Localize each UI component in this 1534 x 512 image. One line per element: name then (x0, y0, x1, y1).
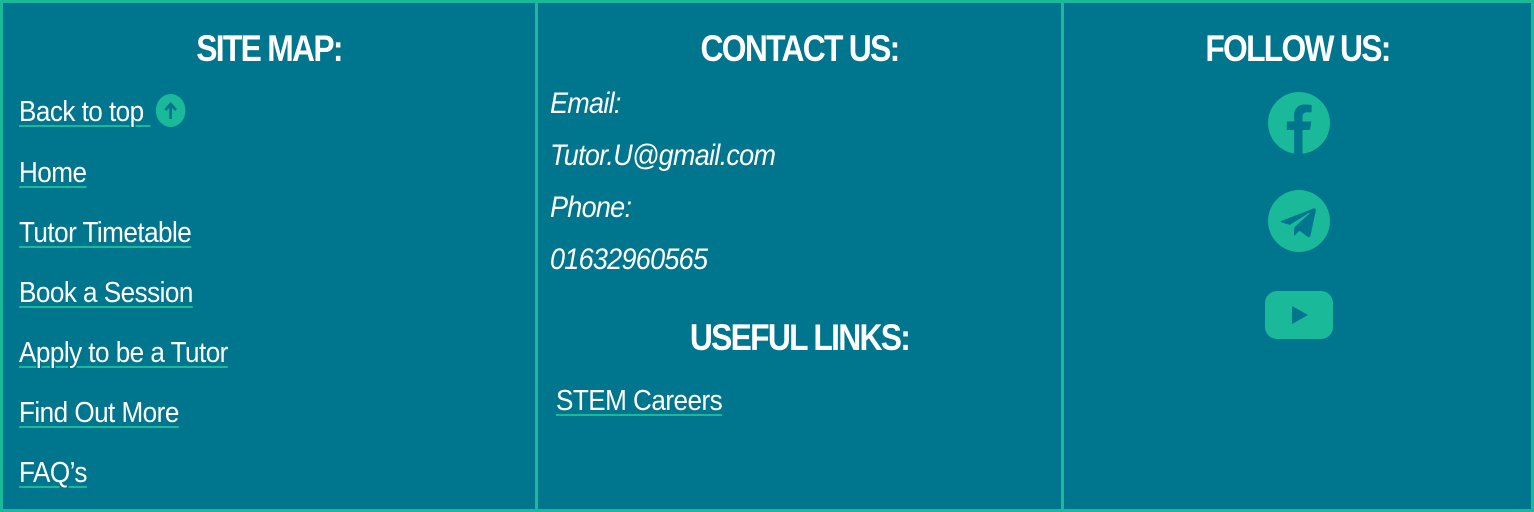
sitemap-link-tutor-timetable[interactable]: Tutor Timetable (19, 216, 192, 250)
telegram-icon[interactable] (1267, 189, 1331, 253)
follow-heading: FOLLOW US: (1205, 28, 1391, 69)
email-label: Email: (550, 87, 621, 120)
follow-column: FOLLOW US: (1064, 3, 1531, 509)
sitemap-link-book-session[interactable]: Book a Session (19, 276, 193, 310)
facebook-icon[interactable] (1267, 91, 1331, 155)
sitemap-link-faqs[interactable]: FAQ’s (19, 456, 87, 490)
sitemap-column: SITE MAP: Back to top Home Tutor Timetab… (3, 3, 538, 509)
youtube-icon[interactable] (1264, 289, 1334, 341)
arrow-up-circle-icon (155, 93, 186, 127)
site-footer: SITE MAP: Back to top Home Tutor Timetab… (0, 0, 1534, 512)
useful-link-stem-careers[interactable]: STEM Careers (556, 384, 723, 418)
sitemap-link-find-out-more[interactable]: Find Out More (19, 396, 179, 430)
sitemap-link-apply-tutor[interactable]: Apply to be a Tutor (19, 336, 228, 370)
useful-links-heading: USEFUL LINKS: (689, 317, 911, 358)
sitemap-heading: SITE MAP: (196, 28, 343, 69)
sitemap-link-home[interactable]: Home (19, 156, 87, 190)
contact-column: CONTACT US: Email: Tutor.U@gmail.com Pho… (538, 3, 1064, 509)
phone-value: 01632960565 (550, 243, 708, 276)
back-to-top-label: Back to top (19, 96, 151, 128)
email-value: Tutor.U@gmail.com (550, 139, 776, 172)
back-to-top-link[interactable]: Back to top (19, 93, 186, 130)
phone-label: Phone: (550, 191, 632, 224)
contact-heading: CONTACT US: (700, 28, 901, 69)
